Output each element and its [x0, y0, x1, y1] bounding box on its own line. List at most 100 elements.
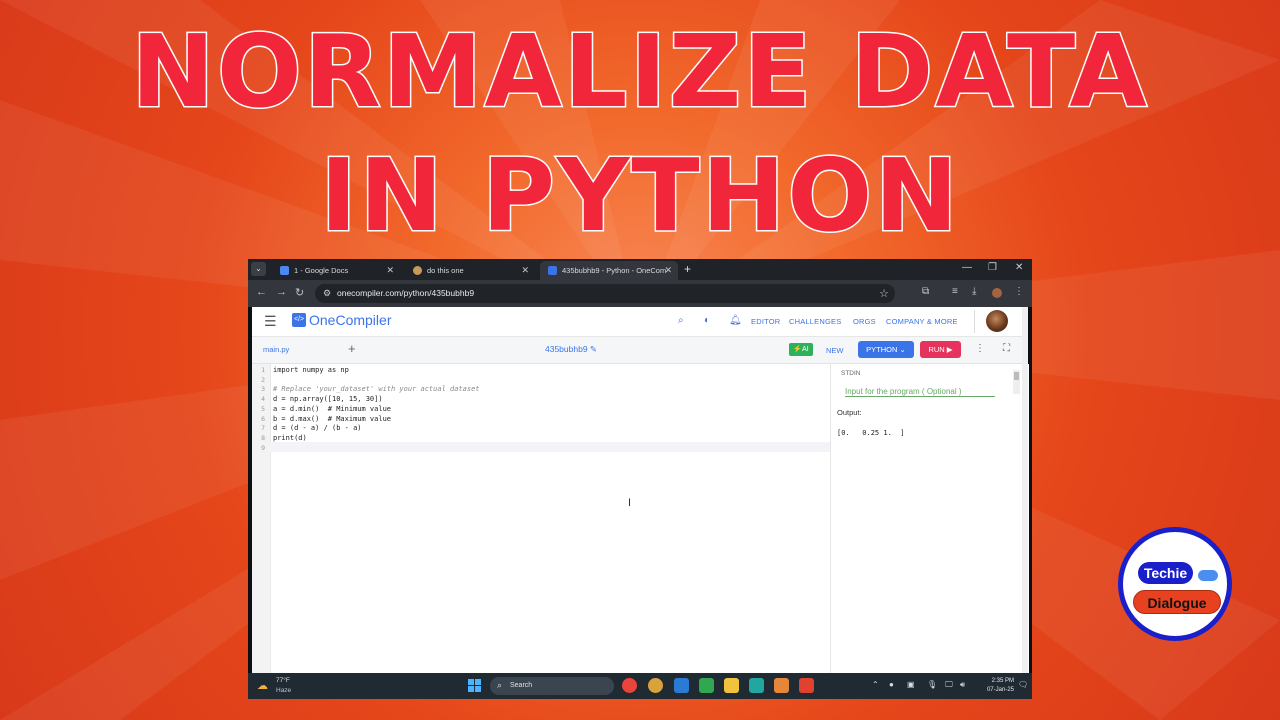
media-icon[interactable]: ≡ [952, 286, 958, 297]
bookmark-star-icon[interactable]: ☆ [879, 287, 889, 300]
code-editor[interactable]: 123456789 import numpy as np # Replace 'y… [252, 364, 830, 673]
extensions-icon[interactable]: ⧉ [922, 286, 929, 297]
fullscreen-icon[interactable]: ⛶ [1003, 343, 1010, 354]
network-icon[interactable]: 🖵︎ [945, 680, 953, 690]
tray-app2-icon[interactable]: ▣ [907, 680, 915, 689]
project-name-text: 435bubhb9 [545, 344, 588, 354]
tab-label: 1 - Google Docs [294, 266, 349, 275]
search-icon[interactable]: ⌕ [678, 315, 684, 326]
output-text: [0. 0.25 1. ] [837, 429, 905, 437]
windows-start-icon[interactable] [468, 679, 481, 692]
minimize-icon[interactable]: — [962, 262, 972, 273]
scrollbar-thumb[interactable] [1014, 372, 1019, 380]
close-icon[interactable]: ✕ [386, 261, 394, 280]
site-info-icon[interactable]: ⚙ [323, 288, 331, 299]
pencil-icon[interactable]: ✎ [590, 344, 597, 354]
nav-company-more[interactable]: COMPANY & MORE [886, 317, 958, 326]
tab-google-docs[interactable]: 1 - Google Docs ✕ [272, 261, 400, 280]
code-line: b = d.max() # Maximum value [273, 414, 392, 423]
oc-header: ☰ </> OneCompiler ⌕ ◐ 🔔︎ EDITOR CHALLENG… [252, 307, 1028, 337]
close-icon[interactable]: ✕ [521, 261, 529, 280]
badge-techie: Techie [1138, 562, 1193, 584]
taskbar-search[interactable]: ⌕ Search [490, 677, 614, 695]
chrome-profile-icon[interactable] [648, 678, 663, 693]
chrome-icon[interactable] [622, 678, 637, 693]
code-line: a = d.min() # Minimum value [273, 404, 392, 413]
editor-toolbar: main.py + 435bubhb9 ✎ ⚡AI NEW PYTHON ⌄ R… [252, 337, 1028, 364]
avatar[interactable] [986, 310, 1008, 332]
ai-label: AI [802, 346, 809, 353]
language-label: PYTHON [866, 345, 898, 354]
volume-icon[interactable]: 🔊︎ [960, 680, 965, 690]
reload-icon[interactable]: ↻ [295, 286, 304, 299]
microphone-icon[interactable]: 🎙︎ [927, 680, 937, 689]
run-label: RUN [928, 345, 945, 354]
add-file-button[interactable]: + [348, 341, 356, 356]
onecompiler-logo-icon[interactable]: </> [292, 313, 306, 327]
code-line: d = (d - a) / (b - a) [273, 424, 362, 433]
skype-icon[interactable] [674, 678, 689, 693]
new-button[interactable]: NEW [826, 346, 844, 355]
maximize-icon[interactable]: ❐ [988, 262, 997, 273]
ai-button[interactable]: ⚡AI [789, 343, 813, 356]
bell-icon[interactable]: 🔔︎ [729, 315, 742, 326]
more-options-icon[interactable]: ⋮ [975, 343, 985, 354]
google-docs-icon [280, 266, 289, 275]
kebab-menu-icon[interactable]: ⋮ [1014, 286, 1024, 297]
profile-avatar-icon[interactable] [992, 288, 1002, 298]
active-line-highlight [270, 442, 830, 452]
tab-do-this-one[interactable]: do this one ✕ [405, 261, 535, 280]
nav-challenges[interactable]: CHALLENGES [789, 317, 841, 326]
window-close-icon[interactable]: ✕ [1015, 262, 1023, 273]
line-number: 6 [261, 414, 265, 423]
url-field[interactable]: ⚙ onecompiler.com/python/435bubhb9 ☆ [315, 284, 895, 303]
recorder-icon[interactable] [799, 678, 814, 693]
badge-dialogue: Dialogue [1133, 590, 1221, 614]
tab-search-icon[interactable]: ⌄ [251, 262, 266, 276]
date: 07-Jan-25 [986, 687, 1014, 693]
search-label: Search [510, 682, 533, 689]
brand-name[interactable]: OneCompiler [309, 312, 391, 328]
language-select[interactable]: PYTHON ⌄ [858, 341, 914, 358]
tray-app-icon[interactable]: ● [889, 680, 894, 689]
weather-icon[interactable]: ☁ [257, 679, 268, 692]
project-name[interactable]: 435bubhb9 ✎ [545, 344, 597, 355]
browser-address-bar: ← → ↻ ⚙ onecompiler.com/python/435bubhb9… [248, 280, 1032, 307]
stdin-input[interactable]: Input for the program ( Optional ) [845, 387, 995, 397]
code-line: d = np.array([10, 15, 30]) [273, 395, 383, 404]
nav-editor[interactable]: EDITOR [751, 317, 780, 326]
file-tab-main-py[interactable]: main.py [263, 345, 289, 354]
temperature[interactable]: 77°F [276, 677, 290, 684]
weather-condition[interactable]: Haze [276, 687, 291, 694]
chevron-up-icon[interactable]: ⌃ [872, 680, 879, 689]
line-number: 2 [261, 375, 265, 384]
tab-onecompiler[interactable]: 435bubhb9 - Python - OneCom ✕ [540, 261, 678, 280]
hamburger-menu-icon[interactable]: ☰ [264, 313, 277, 330]
tab-label: 435bubhb9 - Python - OneCom [562, 266, 667, 275]
clock[interactable]: 2:35 PM 07-Jan-25 [984, 677, 1014, 695]
file-explorer-icon[interactable] [724, 678, 739, 693]
io-panel: STDIN Input for the program ( Optional )… [830, 364, 1029, 673]
line-number: 7 [261, 424, 265, 433]
page-scrollbar[interactable] [1022, 307, 1028, 673]
browser-tab-bar: ⌄ 1 - Google Docs ✕ do this one ✕ 435bub… [248, 259, 1032, 280]
download-icon[interactable]: ⤓ [972, 286, 976, 297]
notification-icon[interactable]: 🗨︎ [1018, 680, 1028, 689]
code-line: # Replace 'your_dataset' with your actua… [273, 385, 480, 394]
play-icon: ▶ [946, 345, 953, 354]
stdin-scrollbar[interactable] [1013, 370, 1020, 394]
run-button[interactable]: RUN ▶ [920, 341, 961, 358]
cloud-icon [1198, 570, 1218, 581]
video-app-icon[interactable] [774, 678, 789, 693]
url-text: onecompiler.com/python/435bubhb9 [337, 288, 475, 298]
nav-orgs[interactable]: ORGS [853, 317, 876, 326]
back-icon[interactable]: ← [256, 286, 267, 298]
forward-icon[interactable]: → [276, 286, 287, 298]
theme-toggle-icon[interactable]: ◐ [704, 315, 710, 326]
onecompiler-page: ☰ </> OneCompiler ⌕ ◐ 🔔︎ EDITOR CHALLENG… [252, 307, 1029, 673]
camtasia-icon[interactable] [699, 678, 714, 693]
close-icon[interactable]: ✕ [664, 261, 672, 280]
new-tab-button[interactable]: + [684, 261, 691, 278]
pycharm-icon[interactable] [749, 678, 764, 693]
line-number: 9 [261, 443, 265, 452]
